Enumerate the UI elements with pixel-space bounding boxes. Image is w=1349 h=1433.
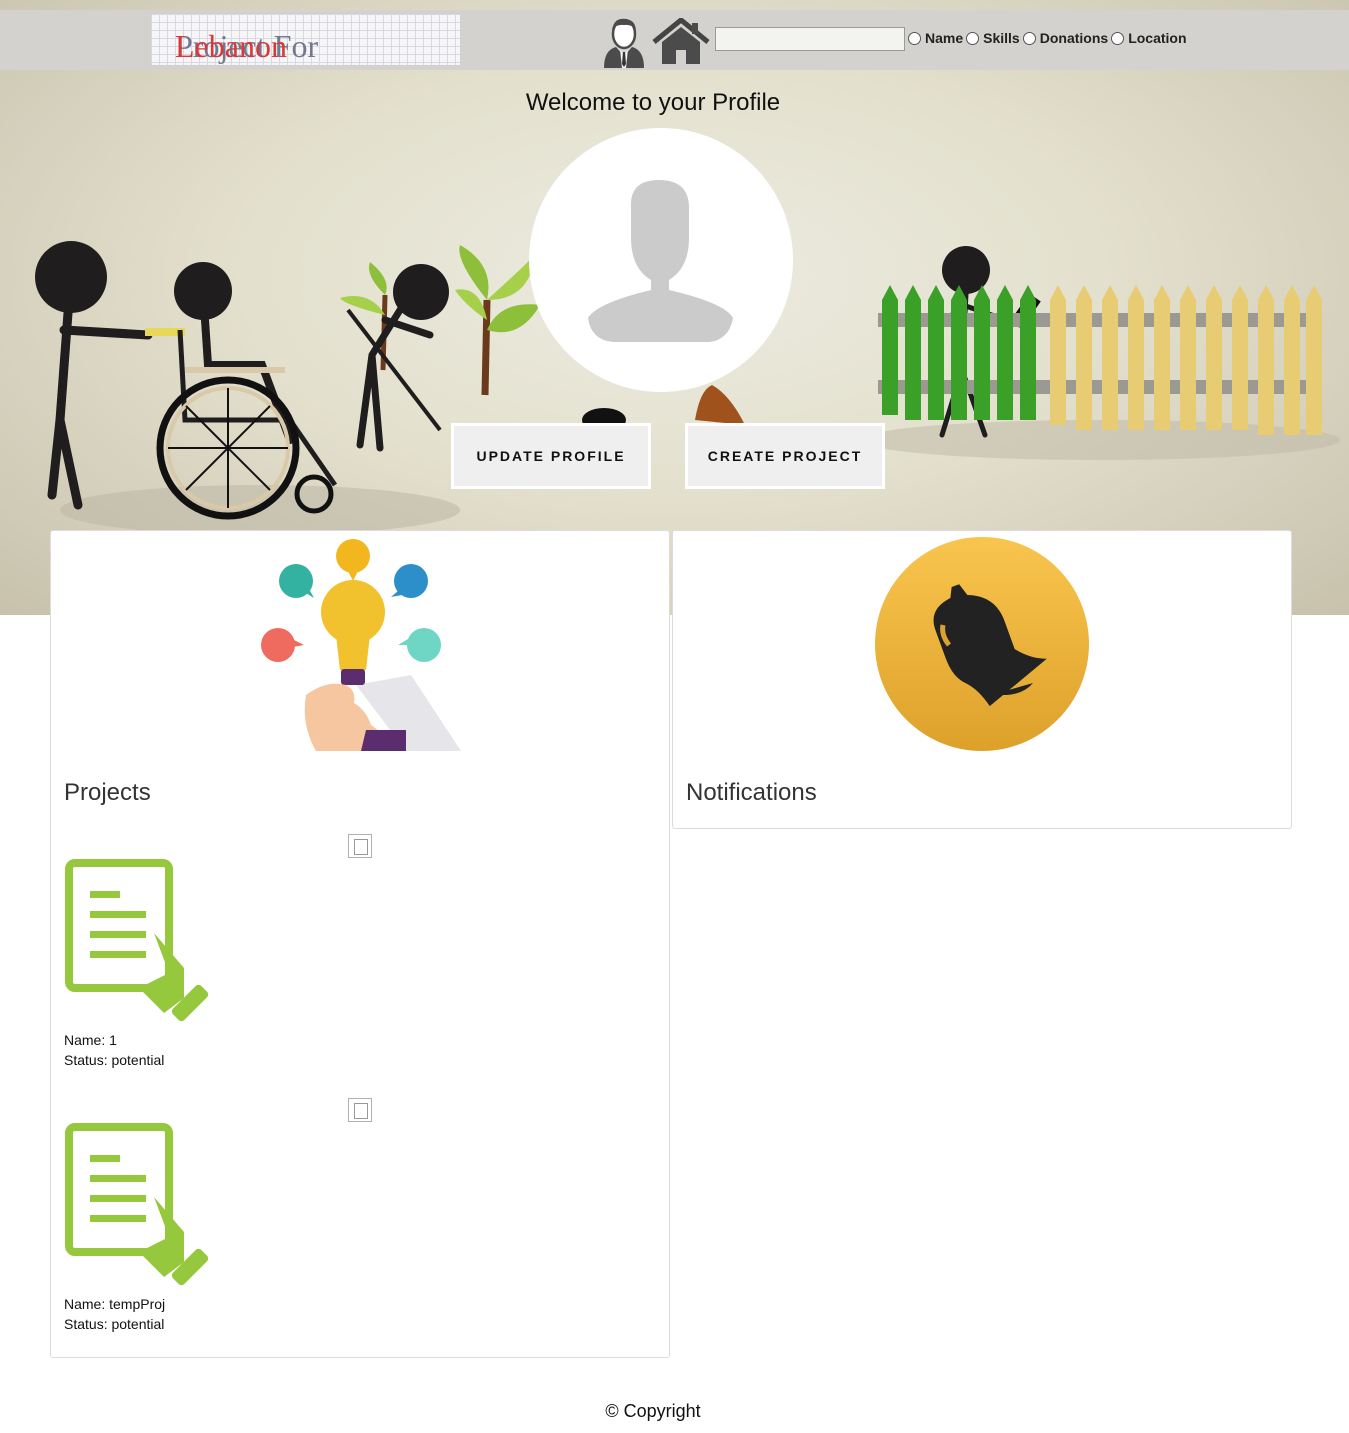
project-status: Status: potential — [64, 1316, 165, 1332]
bell-icon — [875, 537, 1089, 751]
project-name: Name: 1 — [64, 1032, 117, 1048]
default-avatar-icon — [588, 180, 733, 342]
radio-location-label: Location — [1128, 30, 1187, 46]
projects-title: Projects — [64, 779, 151, 806]
radio-skills[interactable] — [966, 31, 980, 45]
document-icon — [65, 859, 209, 1022]
broken-image-icon — [348, 834, 372, 858]
profile-page: Project For Lebanon Name Skills Donation… — [0, 0, 1349, 1433]
radio-name-label: Name — [925, 30, 964, 46]
radio-location[interactable] — [1111, 31, 1125, 45]
top-navbar: Project For Lebanon Name Skills Donation… — [0, 10, 1349, 70]
notifications-card: Notifications — [672, 530, 1292, 829]
lightbulb-ideas-icon — [261, 539, 461, 751]
radio-name[interactable] — [908, 31, 921, 45]
profile-avatar — [529, 128, 793, 392]
logo-text-part2: Lebanon — [175, 28, 287, 64]
radio-donations-label: Donations — [1039, 30, 1109, 46]
filter-option-donations[interactable]: Donations — [1022, 30, 1111, 46]
projects-card: Projects Name: 1 Status: potential Name:… — [50, 530, 670, 1358]
site-logo[interactable]: Project For Lebanon — [150, 13, 461, 66]
project-name: Name: tempProj — [64, 1296, 166, 1312]
document-icon — [65, 1123, 209, 1286]
notifications-title: Notifications — [686, 779, 817, 806]
welcome-heading: Welcome to your Profile — [525, 89, 781, 116]
broken-image-icon — [348, 1098, 372, 1122]
update-profile-button[interactable]: UPDATE PROFILE — [451, 423, 651, 489]
user-profile-icon[interactable] — [598, 14, 650, 68]
search-input[interactable] — [715, 27, 905, 51]
filter-option-skills[interactable]: Skills — [966, 30, 1023, 46]
filter-option-name[interactable]: Name — [908, 30, 966, 46]
project-status: Status: potential — [64, 1052, 165, 1068]
home-icon[interactable] — [652, 18, 710, 66]
radio-skills-label: Skills — [983, 30, 1020, 46]
footer-copyright: © Copyright — [605, 1401, 701, 1421]
create-project-button[interactable]: CREATE PROJECT — [685, 423, 885, 489]
filter-option-location[interactable]: Location — [1111, 30, 1189, 46]
radio-donations[interactable] — [1022, 31, 1036, 45]
search-filter-group: Name Skills Donations Location — [908, 30, 1190, 46]
